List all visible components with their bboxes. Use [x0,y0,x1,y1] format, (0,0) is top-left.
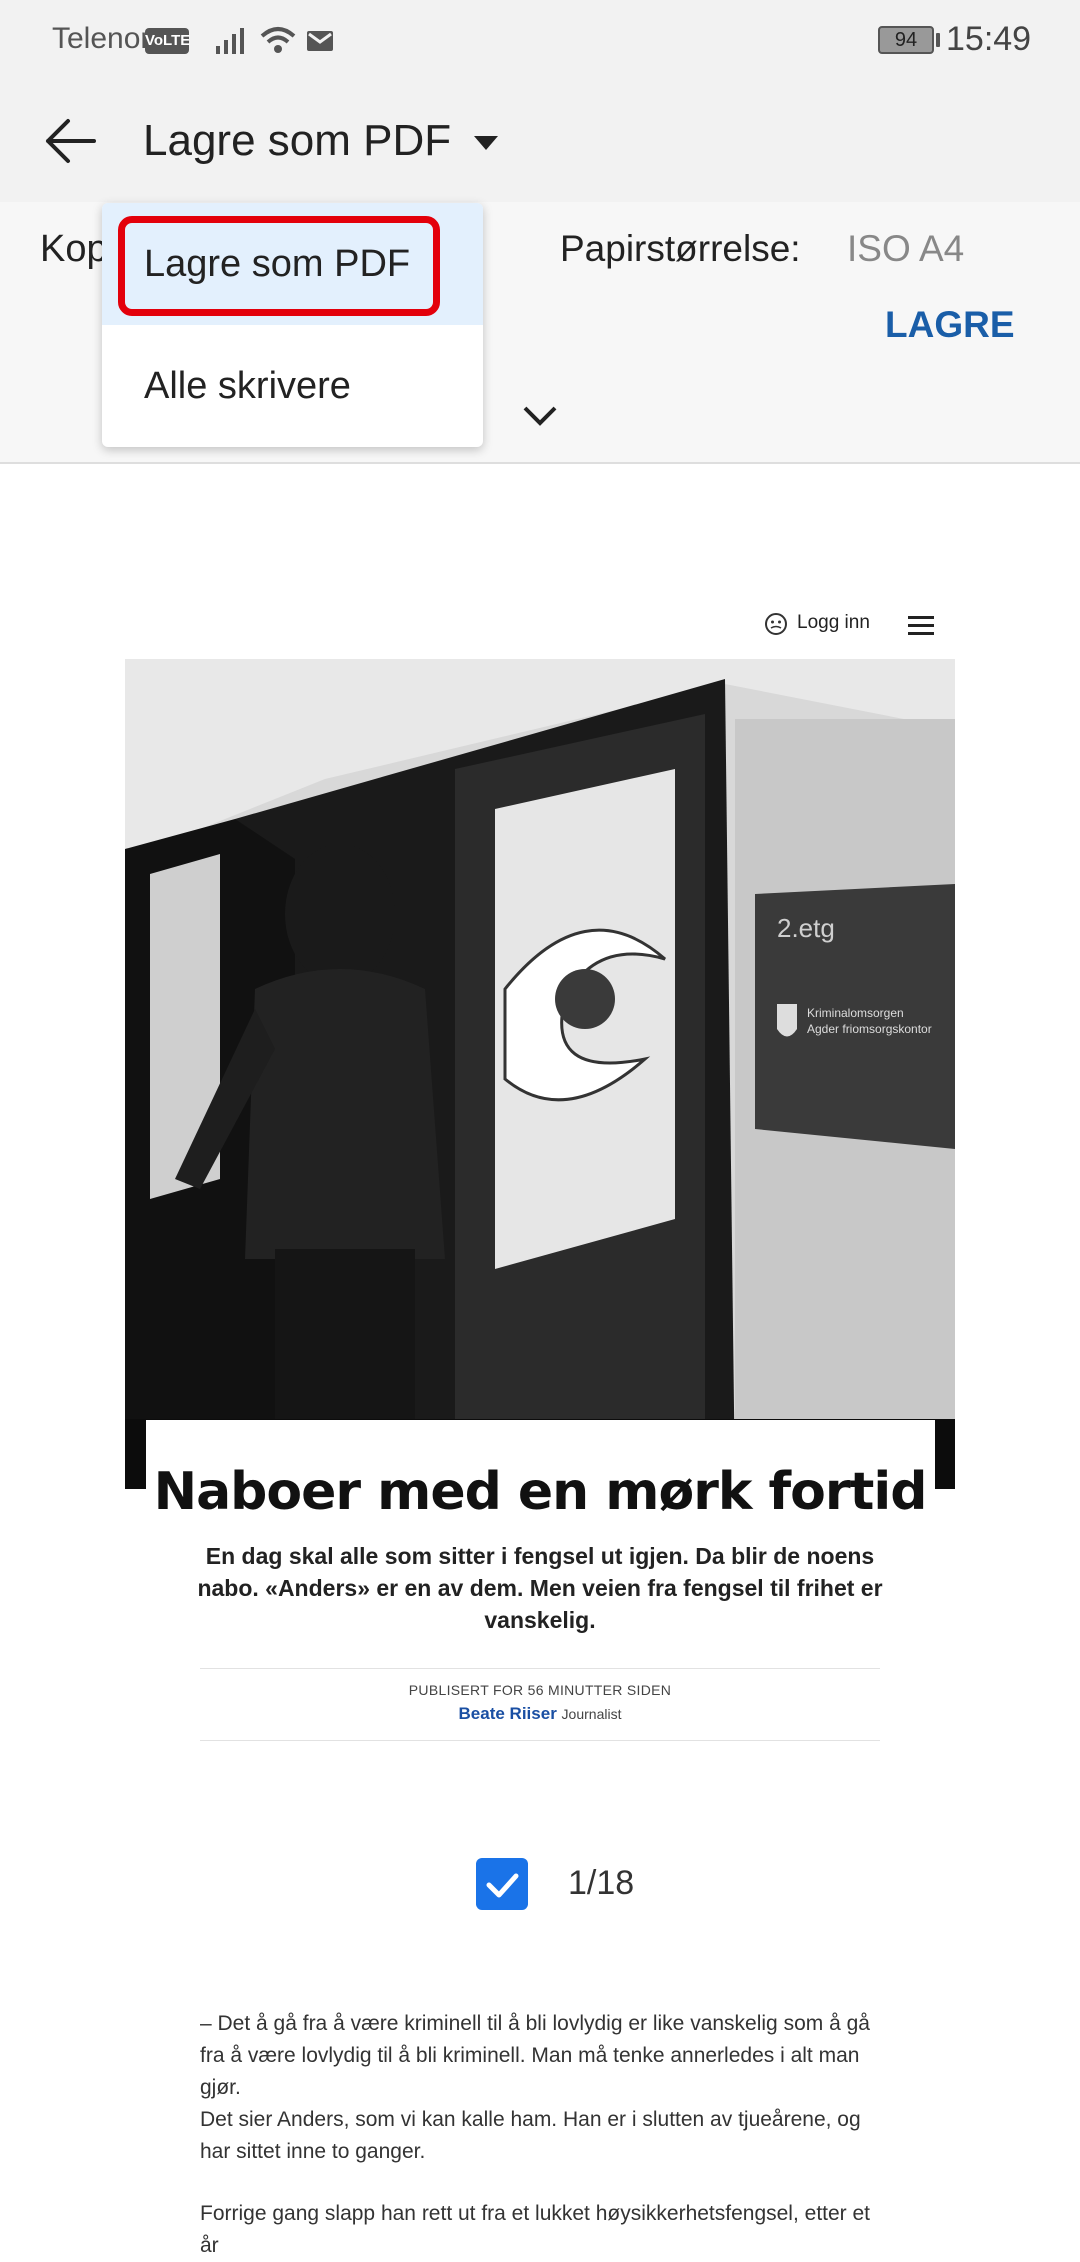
highlight-box [118,216,440,316]
copies-label: Kop [40,228,108,270]
mail-icon [307,31,333,51]
carrier-label: Telenor [52,22,151,55]
article-photo: 2.etg Kriminalomsorgen Agder friomsorgsk… [125,659,955,1489]
paper-size-label: Papirstørrelse: [560,228,801,269]
author-name[interactable]: Beate Riiser [459,1704,557,1723]
app-bar: Lagre som PDF [0,80,1080,202]
wifi-icon [260,27,296,53]
paper-size-value[interactable]: ISO A4 [847,228,964,270]
volte-badge: VoLTE [145,28,190,54]
author-role: Journalist [561,1706,622,1722]
page-indicator: 1/18 [568,1864,635,1902]
expand-chevron-icon[interactable] [522,404,558,428]
dropdown-item-label: Alle skrivere [144,365,351,407]
sign-floor-text: 2.etg [777,913,835,943]
sign-line2-text: Agder friomsorgskontor [807,1022,932,1036]
article-paragraph: Forrige gang slapp han rett ut fra et lu… [200,2202,871,2257]
hamburger-menu-icon[interactable] [908,614,934,636]
article-paragraph: – Det å gå fra å være kriminell til å bl… [200,2012,870,2099]
battery-indicator: 94 [878,26,934,54]
divider [200,1740,880,1741]
page-select-checkbox[interactable] [476,1858,528,1910]
article-lead: En dag skal alle som sitter i fengsel ut… [197,1543,883,1633]
back-arrow-icon[interactable] [44,116,98,166]
article-photo-drawing: 2.etg Kriminalomsorgen Agder friomsorgsk… [125,659,955,1489]
checkmark-icon [486,1873,519,1898]
sign-line1-text: Kriminalomsorgen [807,1006,904,1020]
dropdown-caret-icon[interactable] [474,136,498,150]
status-bar: Telenor VoLTE 94 15:49 [0,0,1080,80]
article-headline: Naboer med en mørk fortid [153,1462,928,1522]
battery-tip [936,33,940,47]
login-link[interactable]: Logg inn [797,612,870,634]
save-button[interactable]: LAGRE [885,304,1015,346]
published-time: PUBLISERT FOR 56 MINUTTER SIDEN [408,1682,672,1698]
byline: Beate Riiser Journalist [0,1704,1080,1724]
article-paragraph: Det sier Anders, som vi kan kalle ham. H… [200,2108,861,2163]
signal-icon [216,28,244,54]
divider [200,1668,880,1669]
page-title[interactable]: Lagre som PDF [143,116,451,166]
clock: 15:49 [946,20,1032,58]
dropdown-item-all-printers[interactable]: Alle skrivere [102,325,483,447]
user-icon [765,613,787,635]
